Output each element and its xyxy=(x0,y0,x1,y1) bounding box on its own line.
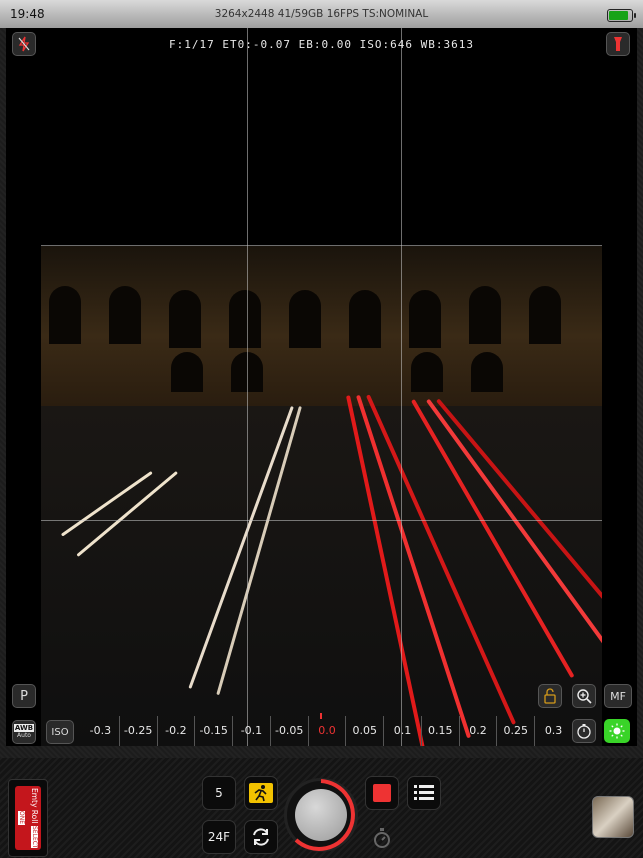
focus-mode-label: MF xyxy=(610,689,626,703)
rotate-camera-icon xyxy=(253,828,269,846)
unlock-icon xyxy=(544,688,556,704)
motion-mode-button[interactable] xyxy=(244,776,278,810)
grid-line-vertical xyxy=(401,28,402,746)
shooting-mode-button[interactable]: P xyxy=(12,684,36,708)
exposure-value[interactable]: 0.25 xyxy=(497,716,536,746)
exposure-value[interactable]: -0.1 xyxy=(233,716,271,746)
iso-button[interactable]: ISO xyxy=(46,720,74,744)
exposure-value[interactable]: 0.15 xyxy=(422,716,460,746)
exposure-value[interactable]: 0.1 xyxy=(384,716,422,746)
film-roll-title: Emty Roll xyxy=(30,787,39,824)
frame-rate: 24F xyxy=(207,830,231,844)
exposure-value[interactable]: 0.2 xyxy=(460,716,498,746)
shooting-mode-label: P xyxy=(20,688,28,704)
stabilizer-button[interactable] xyxy=(604,719,630,743)
self-timer-icon xyxy=(577,724,591,739)
exposure-value[interactable]: -0.3 xyxy=(82,716,120,746)
menu-button[interactable] xyxy=(407,776,441,810)
torch-icon xyxy=(614,37,622,51)
burst-count: 5 xyxy=(215,786,223,800)
aqueduct-arches xyxy=(41,256,602,392)
focus-mode-button[interactable]: MF xyxy=(604,684,632,708)
iso-label: ISO xyxy=(51,726,69,738)
white-balance-button[interactable]: AWB Auto xyxy=(12,720,36,744)
exposure-lock-button[interactable] xyxy=(538,684,562,708)
exposure-value[interactable]: 0.3 xyxy=(535,716,572,746)
road xyxy=(41,406,602,746)
exposure-value[interactable]: -0.15 xyxy=(195,716,234,746)
running-man-icon xyxy=(249,783,273,803)
exposure-scale[interactable]: -0.3 -0.25 -0.2 -0.15 -0.1 -0.05 0.0 0.05 0.1 0.1… xyxy=(82,716,572,746)
grid-line-vertical xyxy=(247,28,248,746)
torch-button[interactable] xyxy=(606,32,630,56)
exposure-value[interactable]: -0.05 xyxy=(271,716,309,746)
exposure-value[interactable]: -0.25 xyxy=(120,716,158,746)
record-button[interactable] xyxy=(365,776,399,810)
status-bar: 19:48 3264x2448 41/59GB 16FPS TS:NOMINAL xyxy=(0,0,643,28)
stopwatch-button[interactable] xyxy=(370,826,394,850)
film-roll-label: Emty Roll SELECT ONE xyxy=(15,786,41,850)
burst-count-button[interactable]: 5 xyxy=(202,776,236,810)
flash-off-icon xyxy=(18,36,30,52)
grid-line-horizontal xyxy=(41,520,602,521)
stopwatch-icon xyxy=(374,828,390,848)
wb-label: AWB xyxy=(13,724,35,732)
exposure-bar: AWB Auto ISO -0.3 -0.25 -0.2 -0.15 -0.1 -0.05… xyxy=(6,713,637,748)
grid-line-horizontal xyxy=(41,245,602,246)
shutter-ring xyxy=(284,778,358,852)
frame-rate-button[interactable]: 24F xyxy=(202,820,236,854)
sun-icon xyxy=(609,723,625,739)
exposure-readout: F:1/17 ET0:-0.07 EB:0.00 ISO:646 WB:3613 xyxy=(169,38,474,51)
exposure-value[interactable]: -0.2 xyxy=(158,716,196,746)
live-preview-image xyxy=(41,246,602,746)
last-photo-thumbnail[interactable] xyxy=(592,796,634,838)
exposure-value[interactable]: 0.05 xyxy=(346,716,385,746)
camera-viewfinder[interactable]: F:1/17 ET0:-0.07 EB:0.00 ISO:646 WB:3613 xyxy=(6,28,637,746)
film-roll-button[interactable]: Emty Roll SELECT ONE xyxy=(8,779,48,857)
status-info: 3264x2448 41/59GB 16FPS TS:NOMINAL xyxy=(214,8,429,20)
shutter-button[interactable] xyxy=(295,789,347,841)
wb-sub-label: Auto xyxy=(17,732,31,739)
battery-icon xyxy=(607,9,636,22)
zoom-button[interactable] xyxy=(572,684,596,708)
record-stop-icon xyxy=(373,784,391,802)
list-icon xyxy=(414,785,434,800)
zoom-in-icon xyxy=(577,689,592,704)
switch-camera-button[interactable] xyxy=(244,820,278,854)
flash-off-button[interactable] xyxy=(12,32,36,56)
exposure-value[interactable]: 0.0 xyxy=(309,716,347,746)
timer-button[interactable] xyxy=(572,719,596,743)
